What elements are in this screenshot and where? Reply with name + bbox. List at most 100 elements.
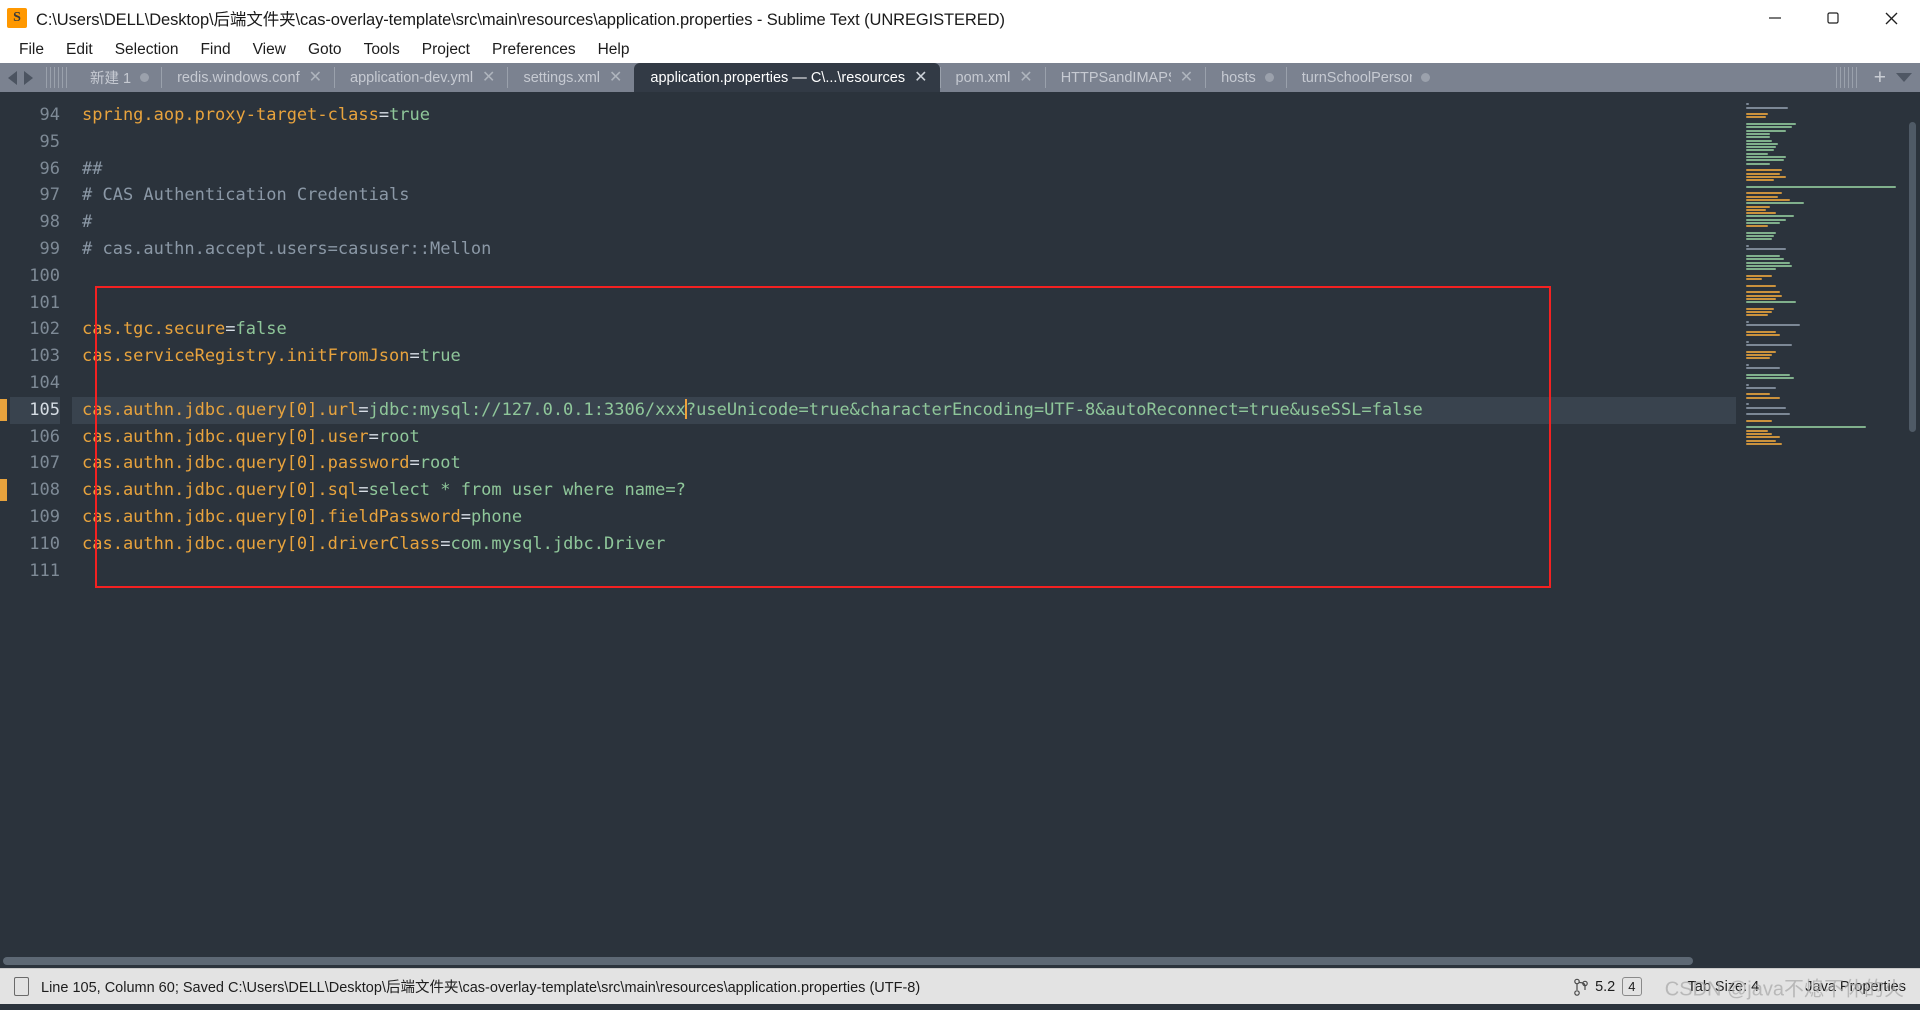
minimap-line (1746, 172, 1780, 175)
minimap-line (1746, 318, 1914, 321)
minimap-line (1746, 400, 1914, 403)
minimap-line (1746, 363, 1749, 366)
tab-unsaved-dot-icon[interactable] (1420, 73, 1430, 82)
minimap-line (1746, 291, 1780, 294)
minimap-line (1746, 324, 1800, 327)
tab-bar: 新建 1 redis.windows.conf ✕ application-dev.y… (0, 63, 1920, 92)
tab-hosts[interactable]: hosts (1205, 63, 1286, 92)
minimap-line (1746, 100, 1914, 103)
token-key: cas.authn.jdbc.query[0].fieldPassword (82, 506, 461, 527)
code-line[interactable]: cas.authn.jdbc.query[0].sql=select * fro… (72, 477, 1736, 504)
tab-grip-right-icon[interactable] (1829, 63, 1864, 92)
fold-marker-icon[interactable] (0, 479, 7, 502)
minimap-line (1746, 202, 1804, 205)
menu-item-preferences[interactable]: Preferences (481, 38, 587, 62)
code-line[interactable]: # cas.authn.accept.users=casuser::Mellon (72, 236, 1736, 263)
minimap-line (1746, 258, 1784, 261)
tab-redis-windows-conf[interactable]: redis.windows.conf ✕ (161, 63, 334, 92)
tab-turnschoolpersonmapp[interactable]: turnSchoolPersonMapp (1285, 63, 1442, 92)
tab-prev-arrow-icon[interactable] (8, 70, 17, 85)
code-line[interactable] (72, 263, 1736, 290)
minimize-icon[interactable] (1746, 0, 1804, 36)
horizontal-scrollbar[interactable] (0, 954, 1920, 968)
new-tab-button[interactable]: + (1874, 67, 1886, 88)
minimap-line (1746, 284, 1776, 287)
tab-pom-xml[interactable]: pom.xml ✕ (939, 63, 1045, 92)
minimap-line (1746, 235, 1774, 238)
menu-item-view[interactable]: View (242, 38, 297, 62)
code-line[interactable] (72, 290, 1736, 317)
maximize-icon[interactable] (1804, 0, 1862, 36)
tab-overflow-menu-icon[interactable] (1896, 73, 1912, 82)
horizontal-scrollbar-thumb[interactable] (3, 957, 1693, 965)
tab-close-icon[interactable]: ✕ (1019, 69, 1032, 86)
tab-size-indicator[interactable]: Tab Size: 4 (1688, 979, 1760, 995)
minimap-line (1746, 274, 1772, 277)
minimap-line (1746, 103, 1749, 106)
token-val: com.mysql.jdbc.Driver (450, 533, 666, 554)
minimap-line (1746, 179, 1774, 182)
line-number: 96 (39, 158, 60, 179)
tab-application-properties-c-resources[interactable]: application.properties — C\...\resources… (634, 63, 940, 92)
tab-close-icon[interactable]: ✕ (1180, 69, 1193, 86)
tab-httpsandimaps-10000001-json[interactable]: HTTPSandIMAPS-10000001.json ✕ (1044, 63, 1205, 92)
minimap-viewport-scrollbar[interactable] (1909, 122, 1916, 432)
tab-application-dev-yml[interactable]: application-dev.yml ✕ (334, 63, 507, 92)
code-line[interactable]: # CAS Authentication Credentials (72, 182, 1736, 209)
tab-unsaved-dot-icon[interactable] (140, 73, 150, 82)
code-line[interactable]: spring.aop.proxy-target-class=true (72, 102, 1736, 129)
minimap-line (1746, 110, 1914, 113)
tab-settings-xml[interactable]: settings.xml ✕ (507, 63, 634, 92)
minimap-line (1746, 307, 1774, 310)
menu-item-selection[interactable]: Selection (104, 38, 190, 62)
fold-marker-icon[interactable] (0, 398, 7, 421)
syntax-indicator[interactable]: Java Properties (1805, 979, 1906, 995)
window-controls (1746, 0, 1920, 36)
line-number: 95 (39, 131, 60, 152)
line-number: 103 (29, 346, 60, 367)
tab-close-icon[interactable]: ✕ (309, 69, 322, 86)
tab-1[interactable]: 新建 1 (74, 63, 161, 92)
git-branch-count: 4 (1622, 977, 1642, 996)
tab-close-icon[interactable]: ✕ (482, 69, 495, 86)
code-line[interactable] (72, 558, 1736, 585)
tab-close-icon[interactable]: ✕ (914, 69, 927, 86)
code-line[interactable]: cas.serviceRegistry.initFromJson=true (72, 343, 1736, 370)
code-line[interactable] (72, 129, 1736, 156)
tab-unsaved-dot-icon[interactable] (1264, 73, 1274, 82)
menu-item-goto[interactable]: Goto (297, 38, 353, 62)
git-branch-icon (1574, 978, 1588, 996)
minimap[interactable] (1736, 92, 1920, 954)
menu-item-find[interactable]: Find (189, 38, 241, 62)
token-val: true (389, 105, 431, 125)
code-line[interactable]: # (72, 209, 1736, 236)
menu-item-help[interactable]: Help (587, 38, 641, 62)
code-line[interactable]: ## (72, 156, 1736, 183)
tab-grip-left-icon[interactable] (39, 63, 74, 92)
minimap-line (1746, 218, 1786, 221)
token-key: cas.serviceRegistry.initFromJson (82, 346, 410, 367)
code-editor[interactable]: 94 95 96 97 98 99 100 101 102 103 104 105 106 107 108 1… (0, 92, 1736, 954)
tab-next-arrow-icon[interactable] (24, 70, 33, 85)
git-branch-indicator[interactable]: 5.2 4 (1574, 977, 1642, 996)
code-line[interactable]: cas.authn.jdbc.query[0].fieldPassword=ph… (72, 504, 1736, 531)
minimap-line (1746, 446, 1914, 449)
code-text[interactable]: spring.aop.proxy-target-class=true ## # CA… (72, 92, 1736, 954)
menu-item-tools[interactable]: Tools (353, 38, 411, 62)
code-line[interactable]: cas.authn.jdbc.query[0].password=root (72, 450, 1736, 477)
code-line[interactable]: cas.authn.jdbc.query[0].user=root (72, 424, 1736, 451)
tab-close-icon[interactable]: ✕ (609, 69, 622, 86)
menu-item-file[interactable]: File (8, 38, 55, 62)
line-number: 106 (29, 426, 60, 447)
close-icon[interactable] (1862, 0, 1920, 36)
code-line[interactable] (72, 370, 1736, 397)
menu-item-edit[interactable]: Edit (55, 38, 104, 62)
code-line[interactable]: cas.authn.jdbc.query[0].url=jdbc:mysql:/… (72, 396, 1736, 424)
tab-label: hosts (1221, 69, 1256, 86)
token-key: cas.authn.jdbc.query[0].url (82, 399, 359, 420)
code-line[interactable]: cas.tgc.secure=false (72, 316, 1736, 343)
minimap-line (1746, 162, 1770, 165)
minimap-line (1746, 123, 1796, 126)
menu-item-project[interactable]: Project (411, 38, 481, 62)
code-line[interactable]: cas.authn.jdbc.query[0].driverClass=com.… (72, 531, 1736, 558)
